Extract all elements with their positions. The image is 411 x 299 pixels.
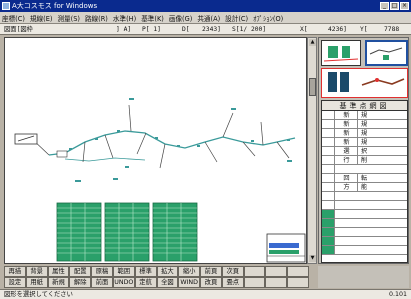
y-label: Y[: [360, 26, 368, 33]
overlay-point-button[interactable]: 畳点: [221, 277, 244, 288]
layout-button[interactable]: 配置: [69, 266, 92, 277]
table-row[interactable]: 行削: [322, 156, 407, 165]
point-marker: [56, 150, 68, 158]
zoom-readout: 0.101: [388, 291, 407, 298]
menu-options[interactable]: ｵﾌﾟｼｮﾝ(O): [253, 13, 283, 23]
a-indicator: ] A]: [116, 26, 132, 33]
status-message: 図形を選択してください: [4, 291, 73, 298]
y-value: 7788: [384, 26, 400, 33]
table-row[interactable]: [322, 192, 407, 201]
title-bar: A大コスモス for Windows _ □ ×: [0, 0, 411, 12]
table-row[interactable]: [322, 219, 407, 228]
menu-common[interactable]: 共通(A): [197, 13, 220, 23]
zoom-out-button[interactable]: 縮小: [178, 266, 201, 277]
command-toolbar: 再描 背景 属性 配置 原稿 範囲 標準 拡大 縮小 前頁 次頁 設定 用紙 新…: [4, 266, 309, 288]
menu-datum[interactable]: 基準(K): [141, 13, 164, 23]
branch-lines: [30, 104, 290, 169]
next-page-button[interactable]: 次頁: [221, 266, 244, 277]
window-title: A大コスモス for Windows: [12, 2, 98, 10]
overview-thumbnail-1[interactable]: [321, 40, 361, 66]
table-header: 基準点網図: [322, 101, 407, 111]
p-indicator: P[ 1]: [142, 26, 161, 33]
maximize-button[interactable]: □: [390, 2, 399, 10]
minimize-button[interactable]: _: [380, 2, 389, 10]
table-row[interactable]: 回転: [322, 174, 407, 183]
table-row[interactable]: 方能: [322, 183, 407, 192]
menu-level[interactable]: 水準(H): [113, 13, 136, 23]
settings-button[interactable]: 設定: [4, 277, 26, 288]
table-rows: 新規 新規 新規 新規 選択 行削 回転 方能: [322, 111, 407, 255]
zoom-in-button[interactable]: 拡大: [156, 266, 179, 277]
prev-page-button[interactable]: 前頁: [200, 266, 222, 277]
paper-button[interactable]: 用紙: [25, 277, 48, 288]
scroll-up-arrow[interactable]: ▲: [309, 39, 316, 46]
menu-survey[interactable]: 測量(S): [57, 13, 80, 23]
traverse-line-lower: [64, 157, 146, 162]
bottom-status-bar: 図形を選択してください 0.101: [0, 289, 411, 299]
release-button[interactable]: 解除: [69, 277, 92, 288]
page-break-button[interactable]: 改頁: [200, 277, 222, 288]
blank-button[interactable]: [243, 277, 266, 288]
x-label: X[: [300, 26, 308, 33]
range-button[interactable]: 範囲: [112, 266, 135, 277]
d-value: 2343]: [202, 26, 221, 33]
station-box: [14, 133, 38, 145]
front-button[interactable]: 前面: [91, 277, 113, 288]
survey-points: [69, 98, 292, 182]
window-button[interactable]: WIND: [178, 277, 201, 288]
table-row[interactable]: [322, 201, 407, 210]
full-view-button[interactable]: 全図: [156, 277, 179, 288]
d-label: D[: [182, 26, 190, 33]
undo-button[interactable]: UNDO: [112, 277, 135, 288]
app-icon: [2, 2, 10, 10]
background-button[interactable]: 背景: [25, 266, 48, 277]
blank-button[interactable]: [287, 266, 309, 277]
blank-button[interactable]: [243, 266, 266, 277]
scroll-down-arrow[interactable]: ▼: [309, 255, 316, 262]
menu-coordinates[interactable]: 座標(C): [2, 13, 25, 23]
menu-bar: 座標(C) 規線(E) 測量(S) 路線(R) 水準(H) 基準(K) 画像(G…: [0, 12, 411, 24]
right-panel: 基準点網図 新規 新規 新規 新規 選択 行削 回転 方能: [318, 37, 409, 264]
table-row[interactable]: [322, 246, 407, 255]
table-row[interactable]: [322, 228, 407, 237]
coordinate-status-row: 図面[図枠 ] A] P[ 1] D[ 2343] S[1/ 200] X[ 4…: [0, 24, 411, 35]
table-row[interactable]: 選択: [322, 147, 407, 156]
fixed-button[interactable]: 定航: [134, 277, 157, 288]
table-row[interactable]: 新規: [322, 129, 407, 138]
table-row[interactable]: 新規: [322, 138, 407, 147]
table-row[interactable]: [322, 237, 407, 246]
drawing-mode: 図面[図枠: [4, 26, 33, 33]
menu-design[interactable]: 設計(C): [225, 13, 248, 23]
blank-button[interactable]: [265, 277, 288, 288]
network-drawing: [14, 98, 306, 263]
reference-point-table: 基準点網図 新規 新規 新規 新規 選択 行削 回転 方能: [321, 100, 408, 263]
canvas-scrollbar[interactable]: ▲ ▼: [307, 37, 317, 264]
table-row[interactable]: 新規: [322, 111, 407, 120]
new-button[interactable]: 新規: [47, 277, 70, 288]
blank-button[interactable]: [265, 266, 288, 277]
overview-thumbnail-2[interactable]: [365, 40, 408, 66]
traverse-line: [48, 130, 296, 156]
original-button[interactable]: 原稿: [91, 266, 113, 277]
drawing-canvas[interactable]: [4, 37, 307, 264]
menu-route[interactable]: 路線(R): [85, 13, 108, 23]
menu-lines[interactable]: 規線(E): [30, 13, 53, 23]
overview-thumbnail-3[interactable]: [321, 68, 408, 98]
x-value: 4236]: [328, 26, 347, 33]
title-block: [266, 233, 306, 263]
table-row[interactable]: 新規: [322, 120, 407, 129]
table-row[interactable]: [322, 210, 407, 219]
blank-button[interactable]: [287, 277, 309, 288]
scroll-thumb[interactable]: [309, 78, 316, 96]
attribute-button[interactable]: 属性: [47, 266, 70, 277]
overview-thumbnails: [321, 40, 408, 98]
table-row[interactable]: [322, 165, 407, 174]
redraw-button[interactable]: 再描: [4, 266, 26, 277]
data-tables: [56, 202, 198, 262]
close-button[interactable]: ×: [400, 2, 409, 10]
menu-image[interactable]: 画像(G): [169, 13, 192, 23]
side-command-area: [318, 266, 409, 288]
standard-button[interactable]: 標準: [134, 266, 157, 277]
scale-indicator: S[1/ 200]: [232, 26, 267, 33]
